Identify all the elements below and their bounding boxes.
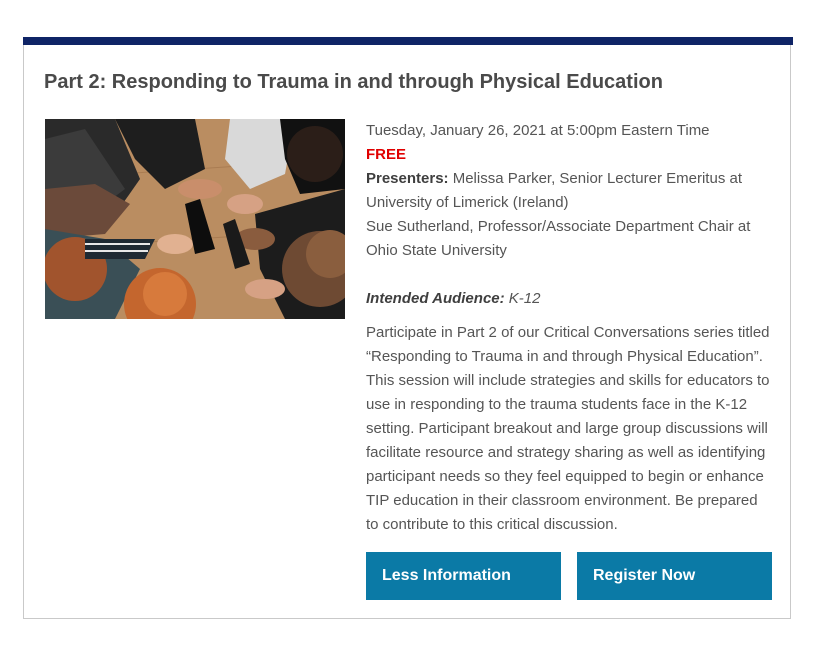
event-description: Participate in Part 2 of our Critical Co… xyxy=(366,324,770,533)
presenter-line-1: Presenters: Melissa Parker, Senior Lectu… xyxy=(366,167,786,215)
event-photo xyxy=(45,119,345,319)
audience-label: Intended Audience: xyxy=(366,290,505,307)
register-now-button[interactable]: Register Now xyxy=(577,552,772,600)
intended-audience: Intended Audience: K-12 xyxy=(366,287,786,311)
card-top-accent-bar xyxy=(23,37,793,45)
group-circle-illustration xyxy=(45,119,345,319)
event-details: Tuesday, January 26, 2021 at 5:00pm East… xyxy=(366,119,786,537)
price-badge: FREE xyxy=(366,146,407,163)
presenters-label: Presenters: xyxy=(366,170,449,187)
event-title: Part 2: Responding to Trauma in and thro… xyxy=(44,71,663,93)
event-card: Part 2: Responding to Trauma in and thro… xyxy=(23,37,793,619)
less-information-button[interactable]: Less Information xyxy=(366,552,561,600)
presenter-2: Sue Sutherland, Professor/Associate Depa… xyxy=(366,218,751,259)
audience-value: K-12 xyxy=(508,290,541,307)
event-datetime: Tuesday, January 26, 2021 at 5:00pm East… xyxy=(366,122,710,139)
